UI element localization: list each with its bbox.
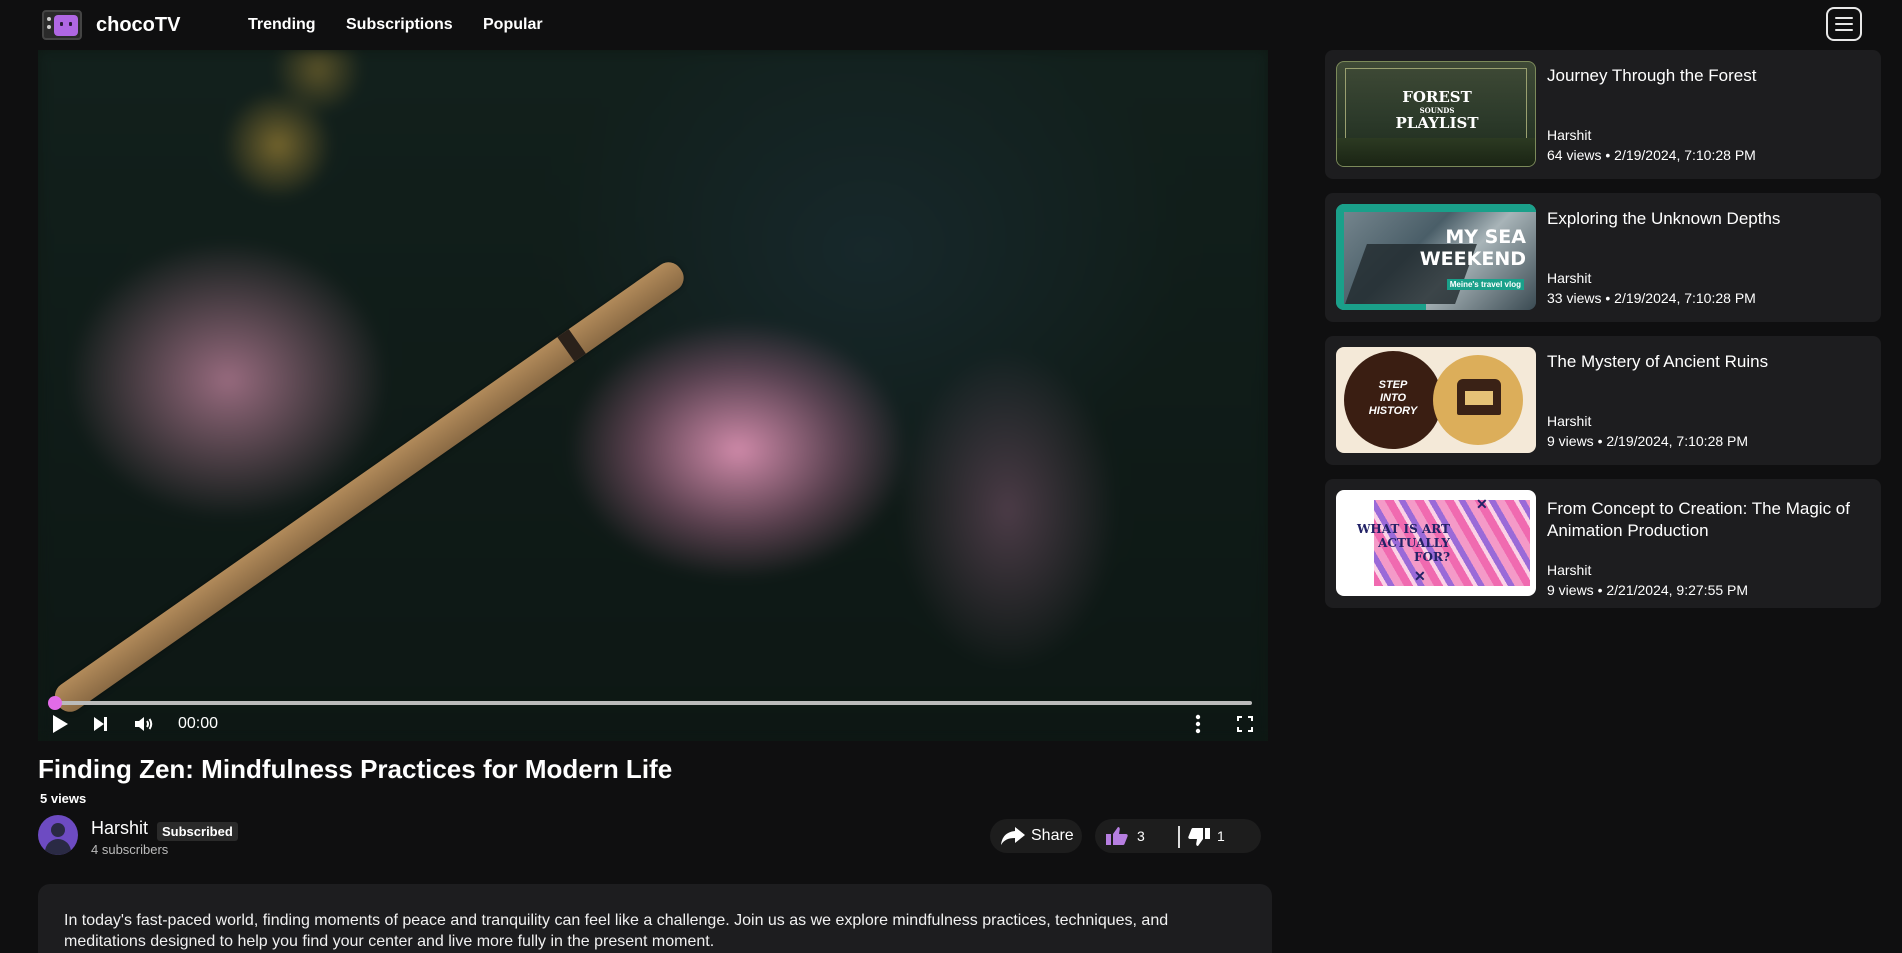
time-display: 00:00 — [178, 715, 219, 732]
progress-handle[interactable] — [48, 696, 62, 710]
video-description: In today's fast-paced world, finding mom… — [38, 884, 1272, 953]
nav-trending[interactable]: Trending — [248, 16, 316, 34]
thumb-text: MY SEA — [1445, 226, 1526, 248]
subscribed-button[interactable]: Subscribed — [157, 822, 238, 841]
subscriber-count: 4 subscribers — [91, 842, 169, 857]
share-button[interactable]: Share — [990, 819, 1082, 853]
treasure-chest-icon — [1457, 379, 1501, 415]
more-options-icon[interactable] — [1194, 712, 1202, 741]
thumbs-up-icon — [1106, 827, 1128, 845]
volume-icon[interactable] — [132, 712, 156, 741]
tv-logo-icon[interactable] — [42, 10, 82, 40]
related-video-meta: 9 views • 2/21/2024, 9:27:55 PM — [1547, 582, 1749, 598]
thumb-text: HISTORY — [1368, 405, 1418, 417]
channel-name[interactable]: Harshit — [91, 818, 148, 839]
thumb-text: WEEKEND — [1419, 248, 1526, 270]
thumbnail-sea: MY SEA WEEKEND Meine's travel vlog — [1336, 204, 1536, 310]
related-video-channel: Harshit — [1547, 270, 1592, 286]
next-icon[interactable] — [92, 712, 110, 741]
thumb-text: FOREST — [1402, 88, 1472, 106]
related-video-title: Exploring the Unknown Depths — [1547, 209, 1781, 228]
thumb-text: PLAYLIST — [1395, 114, 1479, 132]
related-video-title: The Mystery of Ancient Ruins — [1547, 352, 1769, 371]
progress-bar[interactable] — [48, 696, 1252, 710]
like-count: 3 — [1137, 828, 1145, 844]
rating-controls: 3 1 — [1095, 819, 1261, 853]
related-video-card[interactable]: STEP INTO HISTORY The Mystery of Ancient… — [1325, 336, 1881, 465]
related-video-card[interactable]: WHAT IS ART ACTUALLY FOR? ✕ ✕ From Conce… — [1325, 479, 1881, 608]
thumbnail-art: WHAT IS ART ACTUALLY FOR? ✕ ✕ — [1336, 490, 1536, 596]
related-video-channel: Harshit — [1547, 562, 1592, 578]
share-icon — [1001, 827, 1025, 845]
top-bar: chocoTV Trending Subscriptions Popular — [0, 0, 1902, 50]
related-video-channel: Harshit — [1547, 413, 1592, 429]
thumb-tag: Meine's travel vlog — [1446, 279, 1524, 290]
thumb-text: INTO — [1379, 392, 1407, 404]
nav-popular[interactable]: Popular — [483, 16, 543, 34]
nav-subscriptions[interactable]: Subscriptions — [346, 16, 453, 34]
video-title: Finding Zen: Mindfulness Practices for M… — [38, 754, 673, 784]
fullscreen-icon[interactable] — [1236, 712, 1254, 741]
thumbnail-history: STEP INTO HISTORY — [1336, 347, 1536, 453]
related-video-title: Journey Through the Forest — [1547, 66, 1757, 85]
related-video-meta: 9 views • 2/19/2024, 7:10:28 PM — [1547, 433, 1749, 449]
related-video-card[interactable]: MY SEA WEEKEND Meine's travel vlog Explo… — [1325, 193, 1881, 322]
hamburger-menu-button[interactable] — [1826, 7, 1862, 41]
related-video-title: From Concept to Creation: The Magic of A… — [1547, 499, 1850, 540]
related-video-card[interactable]: FOREST SOUNDS PLAYLIST Journey Through t… — [1325, 50, 1881, 179]
related-video-channel: Harshit — [1547, 127, 1592, 143]
brand-name[interactable]: chocoTV — [96, 14, 180, 37]
thumb-text: STEP — [1378, 379, 1408, 391]
close-icon: ✕ — [1414, 568, 1426, 584]
video-frame — [38, 50, 1268, 741]
close-icon: ✕ — [1476, 496, 1488, 512]
video-player[interactable]: 00:00 — [38, 50, 1268, 741]
dislike-count: 1 — [1217, 828, 1225, 844]
channel-avatar[interactable] — [38, 815, 78, 855]
dislike-button[interactable]: 1 — [1185, 819, 1255, 853]
rating-divider — [1178, 826, 1180, 848]
thumbnail-forest: FOREST SOUNDS PLAYLIST — [1336, 61, 1536, 167]
related-video-meta: 64 views • 2/19/2024, 7:10:28 PM — [1547, 147, 1756, 163]
related-video-meta: 33 views • 2/19/2024, 7:10:28 PM — [1547, 290, 1756, 306]
like-button[interactable]: 3 — [1103, 819, 1178, 853]
thumb-text: WHAT IS ART ACTUALLY FOR? — [1356, 522, 1450, 564]
thumbs-down-icon — [1188, 828, 1210, 846]
share-label: Share — [1031, 827, 1074, 844]
view-count: 5 views — [40, 791, 87, 806]
play-icon[interactable] — [50, 712, 70, 741]
